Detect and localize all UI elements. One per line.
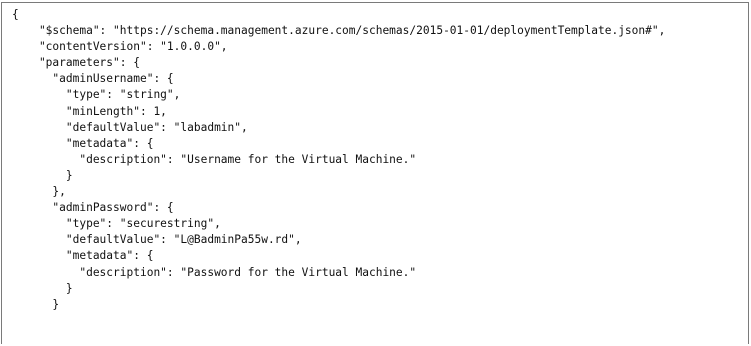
code-line-3: "contentVersion": "1.0.0.0",	[12, 40, 228, 54]
code-line-8: "defaultValue": "labadmin",	[12, 120, 248, 134]
code-line-14: "type": "securestring",	[12, 217, 221, 231]
code-line-19: }	[12, 297, 60, 311]
code-line-15: "defaultValue": "L@BadminPa55w.rd",	[12, 233, 302, 247]
code-line-10: "description": "Username for the Virtual…	[12, 152, 417, 166]
code-line-5: "adminUsername": {	[12, 72, 174, 86]
code-line-17: "description": "Password for the Virtual…	[12, 265, 417, 279]
code-line-18: }	[12, 281, 73, 295]
json-code: { "$schema": "https://schema.management.…	[12, 7, 665, 329]
code-line-13: "adminPassword": {	[12, 201, 174, 215]
code-line-4: "parameters": {	[12, 56, 140, 70]
code-line-11: }	[12, 168, 73, 182]
code-line-2: "$schema": "https://schema.management.az…	[12, 24, 666, 38]
code-block: { "$schema": "https://schema.management.…	[1, 2, 749, 344]
code-line-7: "minLength": 1,	[12, 104, 167, 118]
code-line-12: },	[12, 185, 66, 199]
code-line-9: "metadata": {	[12, 136, 154, 150]
code-line-16: "metadata": {	[12, 249, 154, 263]
code-line-6: "type": "string",	[12, 88, 181, 102]
code-line-1: {	[12, 8, 19, 21]
